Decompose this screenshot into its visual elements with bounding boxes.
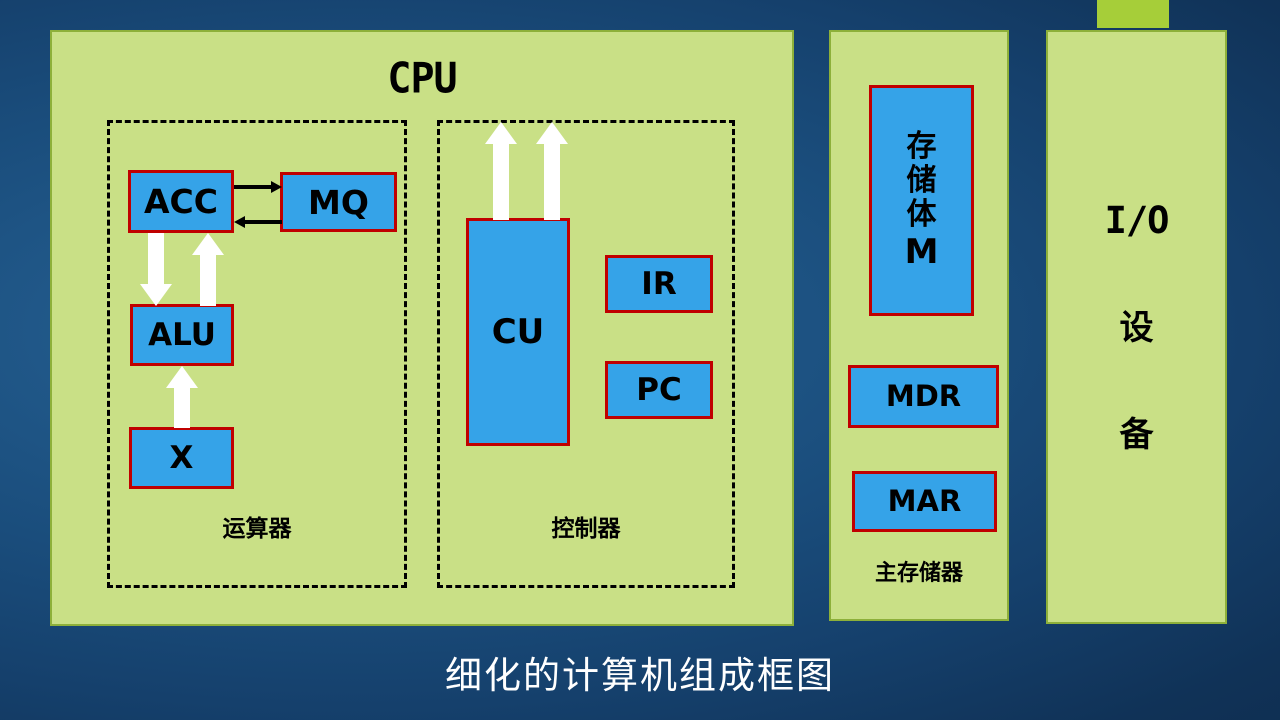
box-cu-label: CU <box>491 312 545 352</box>
storage-body-char-3: 体 <box>906 197 937 233</box>
box-acc-label: ACC <box>144 182 218 221</box>
box-mdr[interactable]: MDR <box>848 365 999 428</box>
box-cu[interactable]: CU <box>466 218 570 446</box>
arrow-stem <box>493 142 509 220</box>
box-mq-label: MQ <box>308 182 369 222</box>
cpu-title: CPU <box>387 54 457 104</box>
box-ir[interactable]: IR <box>605 255 713 313</box>
io-device-text: I/O 设 备 <box>1048 32 1225 622</box>
storage-body-latin: M <box>904 231 939 272</box>
box-alu-label: ALU <box>148 316 216 353</box>
box-storage-body[interactable]: 存 储 体 M <box>869 85 974 316</box>
arrow-stem <box>544 142 560 220</box>
arrow-shaft <box>234 185 272 189</box>
box-ir-label: IR <box>641 265 677 302</box>
arrow-head-up-icon <box>166 366 198 388</box>
box-mdr-label: MDR <box>885 379 962 413</box>
arrow-head-left-icon <box>234 216 245 228</box>
arrow-head-up-icon <box>536 122 568 144</box>
accent-bar <box>1097 0 1169 28</box>
box-pc[interactable]: PC <box>605 361 713 419</box>
box-mar-label: MAR <box>887 484 962 518</box>
arrow-head-down-icon <box>140 284 172 306</box>
box-mq[interactable]: MQ <box>280 172 397 232</box>
arrow-stem <box>148 233 164 286</box>
box-mar[interactable]: MAR <box>852 471 997 532</box>
arithmetic-unit-label: 运算器 <box>222 516 292 542</box>
arrow-shaft <box>244 220 282 224</box>
io-device-panel: I/O 设 备 <box>1046 30 1227 624</box>
controller-label: 控制器 <box>551 516 621 542</box>
arrow-cu-control-right <box>535 122 569 220</box>
box-alu[interactable]: ALU <box>130 304 234 366</box>
arrow-head-up-icon <box>485 122 517 144</box>
io-cjk-char-2: 备 <box>1119 414 1154 455</box>
arrow-stem <box>200 253 216 306</box>
cpu-panel: CPU 运算器 ACC MQ ALU X 控制器 CU IR PC <box>50 30 794 626</box>
storage-body-vertical-text: 存 储 体 M <box>904 128 939 272</box>
box-acc[interactable]: ACC <box>128 170 234 233</box>
arrow-head-right-icon <box>271 181 282 193</box>
io-cjk-char-1: 设 <box>1119 307 1154 348</box>
arrow-x-to-alu <box>165 366 199 428</box>
arrow-acc-to-alu <box>139 233 173 306</box>
storage-body-char-1: 存 <box>906 128 937 164</box>
box-x-label: X <box>169 439 194 476</box>
slide-caption: 细化的计算机组成框图 <box>445 654 835 697</box>
arrow-stem <box>174 386 190 428</box>
main-memory-panel: 存 储 体 M MDR MAR 主存储器 <box>829 30 1009 621</box>
slide-canvas: CPU 运算器 ACC MQ ALU X 控制器 CU IR PC 存 储 体 … <box>0 0 1280 720</box>
box-pc-label: PC <box>636 371 682 408</box>
arrow-cu-control-left <box>484 122 518 220</box>
box-x[interactable]: X <box>129 427 234 489</box>
arrow-head-up-icon <box>192 233 224 255</box>
io-latin-label: I/O <box>1104 198 1170 242</box>
storage-body-char-2: 储 <box>906 162 937 198</box>
main-memory-label: 主存储器 <box>874 561 963 586</box>
arrow-alu-to-acc <box>191 233 225 306</box>
